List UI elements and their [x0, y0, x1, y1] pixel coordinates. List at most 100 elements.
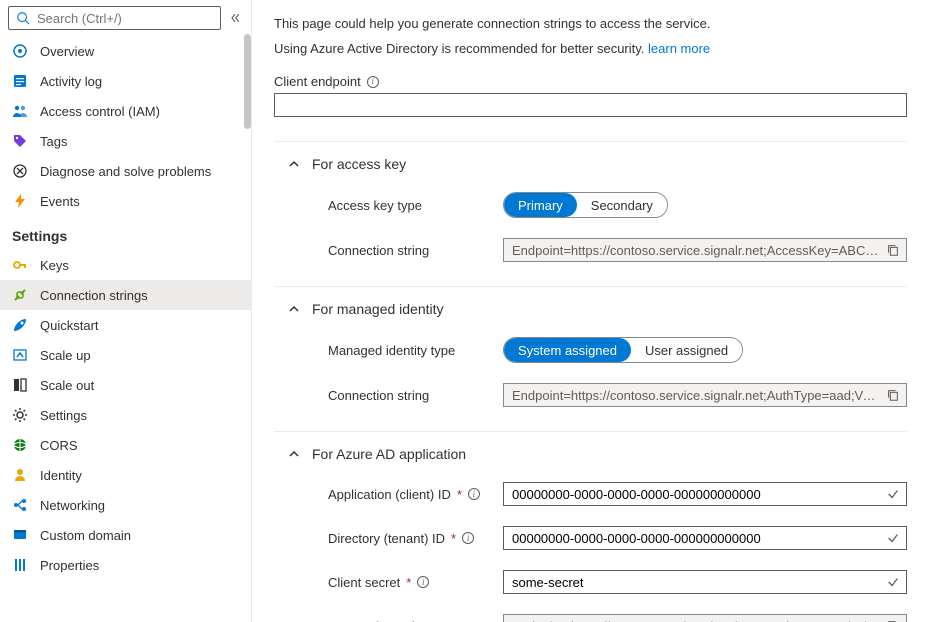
diagnose-icon	[12, 163, 28, 179]
chevron-up-icon	[288, 448, 300, 460]
check-icon	[886, 575, 900, 589]
main-content: This page could help you generate connec…	[252, 0, 925, 622]
events-icon	[12, 193, 28, 209]
sidebar-item-access-control-iam-[interactable]: Access control (IAM)	[0, 96, 251, 126]
sidebar-item-label: Identity	[40, 468, 82, 483]
info-icon[interactable]: i	[468, 488, 480, 500]
section-header-aad-application[interactable]: For Azure AD application	[274, 446, 907, 462]
chevron-up-icon	[288, 158, 300, 170]
scaleout-icon	[12, 377, 28, 393]
activity-icon	[12, 73, 28, 89]
sidebar-item-label: Tags	[40, 134, 67, 149]
check-icon	[886, 487, 900, 501]
sidebar-item-label: Custom domain	[40, 528, 131, 543]
sidebar-item-keys[interactable]: Keys	[0, 250, 251, 280]
section-aad-application: For Azure AD application Application (cl…	[274, 431, 907, 622]
sidebar-item-scale-up[interactable]: Scale up	[0, 340, 251, 370]
client-endpoint-input[interactable]	[274, 93, 907, 117]
pill-user-assigned[interactable]: User assigned	[631, 338, 742, 362]
aad-cs-label: Connection string	[328, 619, 503, 622]
aad-cs-value[interactable]: Endpoint=https://contoso.service.signalr…	[503, 614, 907, 622]
sidebar-item-label: Scale out	[40, 378, 94, 393]
sidebar-item-scale-out[interactable]: Scale out	[0, 370, 251, 400]
identity-icon	[12, 467, 28, 483]
application-id-input[interactable]	[512, 487, 886, 502]
section-header-access-key[interactable]: For access key	[274, 156, 907, 172]
copy-icon[interactable]	[886, 243, 900, 257]
pill-primary[interactable]: Primary	[504, 193, 577, 217]
directory-id-label: Directory (tenant) ID * i	[328, 531, 503, 546]
intro-text-2: Using Azure Active Directory is recommen…	[274, 41, 907, 56]
info-icon[interactable]: i	[462, 532, 474, 544]
search-box[interactable]	[8, 6, 221, 30]
scaleup-icon	[12, 347, 28, 363]
managed-identity-type-toggle[interactable]: System assigned User assigned	[503, 337, 743, 363]
pill-secondary[interactable]: Secondary	[577, 193, 667, 217]
sidebar-item-custom-domain[interactable]: Custom domain	[0, 520, 251, 550]
sidebar-item-diagnose-and-solve-problems[interactable]: Diagnose and solve problems	[0, 156, 251, 186]
quickstart-icon	[12, 317, 28, 333]
section-managed-identity: For managed identity Managed identity ty…	[274, 286, 907, 407]
pill-system-assigned[interactable]: System assigned	[504, 338, 631, 362]
customdomain-icon	[12, 527, 28, 543]
sidebar-item-identity[interactable]: Identity	[0, 460, 251, 490]
sidebar-item-label: Connection strings	[40, 288, 148, 303]
client-secret-input[interactable]	[512, 575, 886, 590]
settings-icon	[12, 407, 28, 423]
access-key-cs-label: Connection string	[328, 243, 503, 258]
sidebar-item-label: Events	[40, 194, 80, 209]
sidebar-item-label: Keys	[40, 258, 69, 273]
managed-identity-cs-value[interactable]: Endpoint=https://contoso.service.signalr…	[503, 383, 907, 407]
chevron-up-icon	[288, 303, 300, 315]
learn-more-link[interactable]: learn more	[648, 41, 710, 56]
section-header-managed-identity[interactable]: For managed identity	[274, 301, 907, 317]
settings-section-title: Settings	[0, 216, 251, 250]
client-secret-label: Client secret * i	[328, 575, 503, 590]
sidebar-item-activity-log[interactable]: Activity log	[0, 66, 251, 96]
search-input[interactable]	[37, 11, 214, 26]
sidebar-item-tags[interactable]: Tags	[0, 126, 251, 156]
sidebar-item-quickstart[interactable]: Quickstart	[0, 310, 251, 340]
sidebar-item-label: Networking	[40, 498, 105, 513]
cors-icon	[12, 437, 28, 453]
client-endpoint-label: Client endpoint i	[274, 74, 907, 89]
application-id-input-wrapper[interactable]	[503, 482, 907, 506]
sidebar-item-properties[interactable]: Properties	[0, 550, 251, 580]
managed-identity-type-label: Managed identity type	[328, 343, 503, 358]
sidebar-item-label: Properties	[40, 558, 99, 573]
info-icon[interactable]: i	[367, 76, 379, 88]
client-secret-input-wrapper[interactable]	[503, 570, 907, 594]
access-key-cs-value[interactable]: Endpoint=https://contoso.service.signalr…	[503, 238, 907, 262]
sidebar-item-networking[interactable]: Networking	[0, 490, 251, 520]
properties-icon	[12, 557, 28, 573]
intro-text-1: This page could help you generate connec…	[274, 16, 907, 31]
info-icon[interactable]: i	[417, 576, 429, 588]
sidebar-item-label: Overview	[40, 44, 94, 59]
search-icon	[15, 10, 31, 26]
access-key-type-toggle[interactable]: Primary Secondary	[503, 192, 668, 218]
check-icon	[886, 531, 900, 545]
sidebar-item-overview[interactable]: Overview	[0, 36, 251, 66]
directory-id-input-wrapper[interactable]	[503, 526, 907, 550]
copy-icon[interactable]	[886, 388, 900, 402]
sidebar-item-label: Diagnose and solve problems	[40, 164, 211, 179]
sidebar-item-label: Scale up	[40, 348, 91, 363]
sidebar-item-label: Access control (IAM)	[40, 104, 160, 119]
sidebar-item-cors[interactable]: CORS	[0, 430, 251, 460]
sidebar-item-events[interactable]: Events	[0, 186, 251, 216]
sidebar-item-label: CORS	[40, 438, 78, 453]
access-key-type-label: Access key type	[328, 198, 503, 213]
tags-icon	[12, 133, 28, 149]
sidebar-item-label: Settings	[40, 408, 87, 423]
sidebar-item-settings[interactable]: Settings	[0, 400, 251, 430]
overview-icon	[12, 43, 28, 59]
sidebar-item-connection-strings[interactable]: Connection strings	[0, 280, 251, 310]
keys-icon	[12, 257, 28, 273]
networking-icon	[12, 497, 28, 513]
scrollbar[interactable]	[244, 34, 251, 129]
collapse-sidebar-button[interactable]	[227, 10, 243, 26]
application-id-label: Application (client) ID * i	[328, 487, 503, 502]
directory-id-input[interactable]	[512, 531, 886, 546]
managed-identity-cs-label: Connection string	[328, 388, 503, 403]
access-icon	[12, 103, 28, 119]
